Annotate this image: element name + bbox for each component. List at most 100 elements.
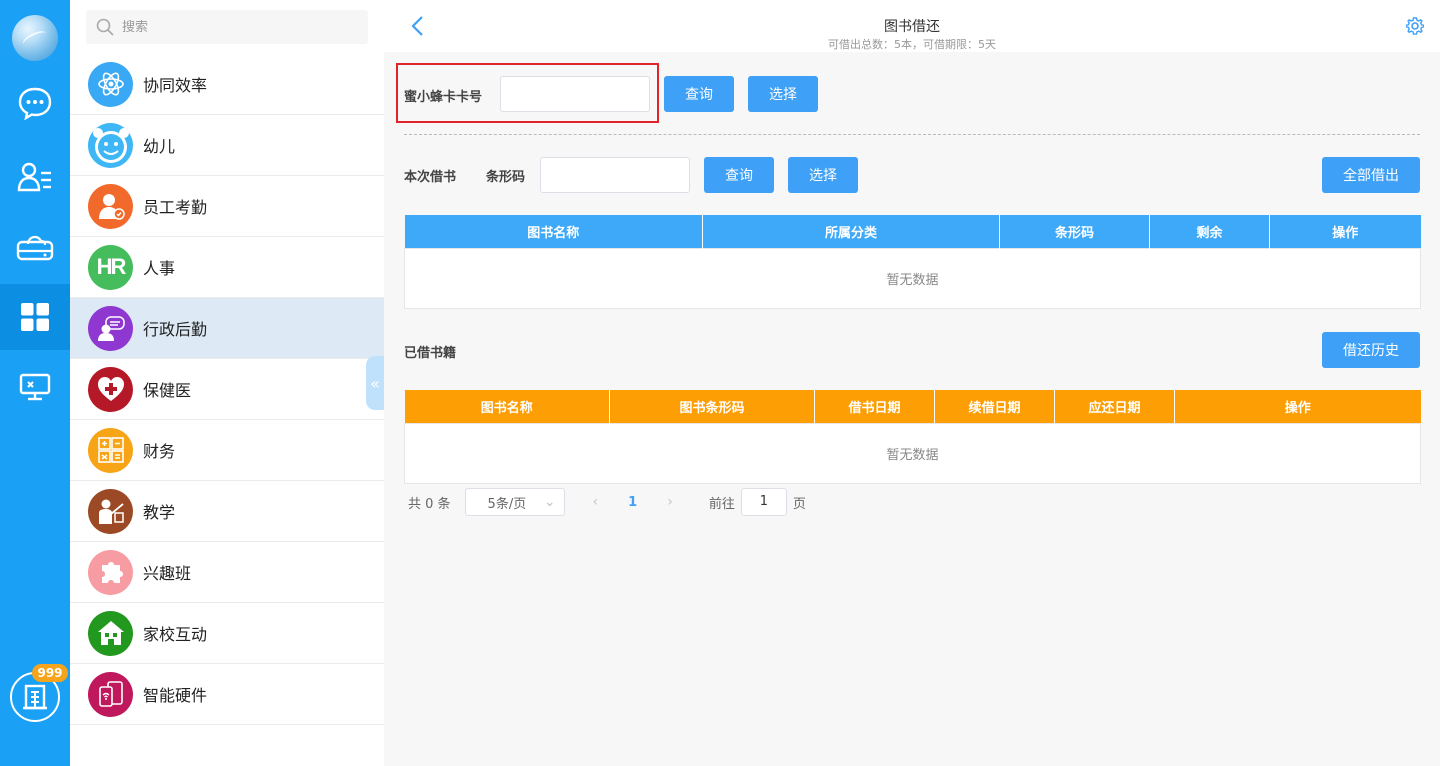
menu-item-admin[interactable]: 行政后勤 bbox=[70, 298, 384, 359]
column-header: 应还日期 bbox=[1054, 390, 1175, 423]
menu-item-interest-class[interactable]: 兴趣班 bbox=[70, 542, 384, 603]
menu-item-label: 兴趣班 bbox=[143, 564, 192, 583]
column-header: 操作 bbox=[1269, 215, 1421, 248]
employee-icon bbox=[88, 183, 133, 229]
admin-icon bbox=[88, 305, 133, 351]
page-size-value: 5条/页 bbox=[487, 496, 527, 512]
column-header: 剩余 bbox=[1149, 215, 1270, 248]
menu-item-children[interactable]: 幼儿 bbox=[70, 115, 384, 176]
borrow-all-button[interactable]: 全部借出 bbox=[1322, 157, 1420, 193]
page-size-select[interactable]: 5条/页 ⌄ bbox=[464, 488, 565, 516]
page-suffix: 页 bbox=[792, 496, 806, 512]
column-header: 操作 bbox=[1174, 390, 1421, 423]
barcode-label: 条形码 bbox=[486, 170, 526, 185]
menu-item-home-school[interactable]: 家校互动 bbox=[70, 603, 384, 664]
menu-list: 协同效率 幼儿 员工考勤 HR 人事 行政后勤 保健医 财务 教学 兴趣班 家校… bbox=[70, 54, 384, 725]
column-header: 所属分类 bbox=[702, 215, 1000, 248]
barcode-input[interactable] bbox=[540, 157, 690, 193]
column-header: 图书名称 bbox=[404, 390, 610, 423]
borrowed-section-title: 已借书籍 bbox=[404, 346, 457, 361]
barcode-query-button[interactable]: 查询 bbox=[704, 157, 774, 193]
user-avatar[interactable] bbox=[12, 15, 58, 61]
empty-state: 暂无数据 bbox=[404, 247, 1421, 309]
building-icon bbox=[23, 684, 47, 710]
barcode-select-button[interactable]: 选择 bbox=[788, 157, 858, 193]
prev-page-icon[interactable]: ‹ bbox=[593, 494, 599, 510]
search-input[interactable] bbox=[122, 19, 352, 35]
heart-icon bbox=[88, 366, 133, 412]
column-header: 借书日期 bbox=[814, 390, 935, 423]
chat-bubble-icon bbox=[18, 87, 52, 120]
menu-item-label: 财务 bbox=[143, 442, 176, 461]
menu-item-smart-hardware[interactable]: 智能硬件 bbox=[70, 664, 384, 725]
section-divider bbox=[404, 134, 1420, 135]
table-header-row: 图书名称 图书条形码 借书日期 续借日期 应还日期 操作 bbox=[404, 390, 1421, 423]
home-icon bbox=[88, 610, 133, 656]
menu-item-attendance[interactable]: 员工考勤 bbox=[70, 176, 384, 237]
apps-grid-icon bbox=[21, 303, 49, 331]
menu-item-label: 保健医 bbox=[143, 381, 192, 400]
page-subtitle: 可借出总数：5本，可借期限：5天 bbox=[828, 38, 996, 51]
rail-contacts[interactable] bbox=[0, 143, 70, 209]
cloud-drive-icon bbox=[16, 235, 54, 261]
rail-apps[interactable] bbox=[0, 284, 70, 350]
app-menu: 协同效率 幼儿 员工考勤 HR 人事 行政后勤 bbox=[70, 0, 384, 766]
goto-page-input[interactable]: 1 bbox=[740, 488, 787, 516]
search-box bbox=[86, 10, 368, 44]
menu-item-hr[interactable]: HR 人事 bbox=[70, 237, 384, 298]
card-number-label: 蜜小蜂卡卡号 bbox=[404, 90, 483, 105]
table-header-row: 图书名称 所属分类 条形码 剩余 操作 bbox=[404, 215, 1421, 248]
empty-state: 暂无数据 bbox=[404, 422, 1421, 484]
menu-item-label: 幼儿 bbox=[143, 137, 176, 156]
borrow-section-title: 本次借书 bbox=[404, 170, 457, 185]
search-icon bbox=[96, 18, 114, 36]
rail-cloud-drive[interactable] bbox=[0, 214, 70, 280]
page-header: 图书借还 可借出总数：5本，可借期限：5天 bbox=[384, 0, 1440, 52]
monitor-icon bbox=[19, 373, 51, 401]
hr-icon: HR bbox=[88, 244, 133, 290]
contacts-icon bbox=[17, 162, 51, 192]
menu-item-finance[interactable]: 财务 bbox=[70, 420, 384, 481]
menu-item-label: 教学 bbox=[143, 503, 176, 522]
smiley-icon bbox=[88, 122, 133, 168]
column-header: 条形码 bbox=[999, 215, 1150, 248]
page-title: 图书借还 bbox=[884, 19, 940, 35]
menu-item-label: 协同效率 bbox=[143, 76, 208, 95]
calculator-icon bbox=[88, 427, 133, 473]
total-count: 共 0 条 bbox=[408, 496, 451, 512]
column-header: 图书条形码 bbox=[609, 390, 815, 423]
menu-item-label: 智能硬件 bbox=[143, 686, 208, 705]
current-page[interactable]: 1 bbox=[628, 495, 637, 510]
column-header: 续借日期 bbox=[934, 390, 1055, 423]
menu-item-label: 行政后勤 bbox=[143, 320, 208, 339]
menu-item-health[interactable]: 保健医 bbox=[70, 359, 384, 420]
app-rail: 999 bbox=[0, 0, 70, 766]
puzzle-icon bbox=[88, 549, 133, 595]
card-select-button[interactable]: 选择 bbox=[748, 76, 818, 112]
rail-chat[interactable] bbox=[0, 70, 70, 136]
teacher-icon bbox=[88, 488, 133, 534]
borrowed-table: 图书名称 图书条形码 借书日期 续借日期 应还日期 操作 暂无数据 bbox=[404, 390, 1421, 484]
borrow-table: 图书名称 所属分类 条形码 剩余 操作 暂无数据 bbox=[404, 215, 1421, 309]
card-query-button[interactable]: 查询 bbox=[664, 76, 734, 112]
menu-item-collaboration[interactable]: 协同效率 bbox=[70, 54, 384, 115]
card-number-input[interactable] bbox=[500, 76, 650, 112]
collapse-sidebar-button[interactable]: « bbox=[366, 356, 384, 410]
menu-item-label: 家校互动 bbox=[143, 625, 208, 644]
menu-item-label: 人事 bbox=[143, 259, 176, 278]
atom-icon bbox=[88, 61, 133, 107]
history-button[interactable]: 借还历史 bbox=[1322, 332, 1420, 368]
notification-badge: 999 bbox=[32, 664, 68, 682]
chevron-down-icon: ⌄ bbox=[543, 494, 556, 510]
next-page-icon[interactable]: › bbox=[667, 494, 673, 510]
pagination: 共 0 条 5条/页 ⌄ ‹ 1 › 前往 1 页 bbox=[408, 488, 806, 516]
goto-label: 前往 bbox=[708, 496, 735, 512]
device-icon bbox=[88, 671, 133, 717]
main-panel: 图书借还 可借出总数：5本，可借期限：5天 蜜小蜂卡卡号 查询 选择 本次借书 … bbox=[384, 0, 1440, 766]
column-header: 图书名称 bbox=[404, 215, 703, 248]
gear-icon[interactable] bbox=[1406, 17, 1424, 35]
double-chevron-left-icon: « bbox=[370, 373, 380, 393]
menu-item-teaching[interactable]: 教学 bbox=[70, 481, 384, 542]
menu-item-label: 员工考勤 bbox=[143, 198, 208, 217]
rail-desktop[interactable] bbox=[0, 354, 70, 420]
